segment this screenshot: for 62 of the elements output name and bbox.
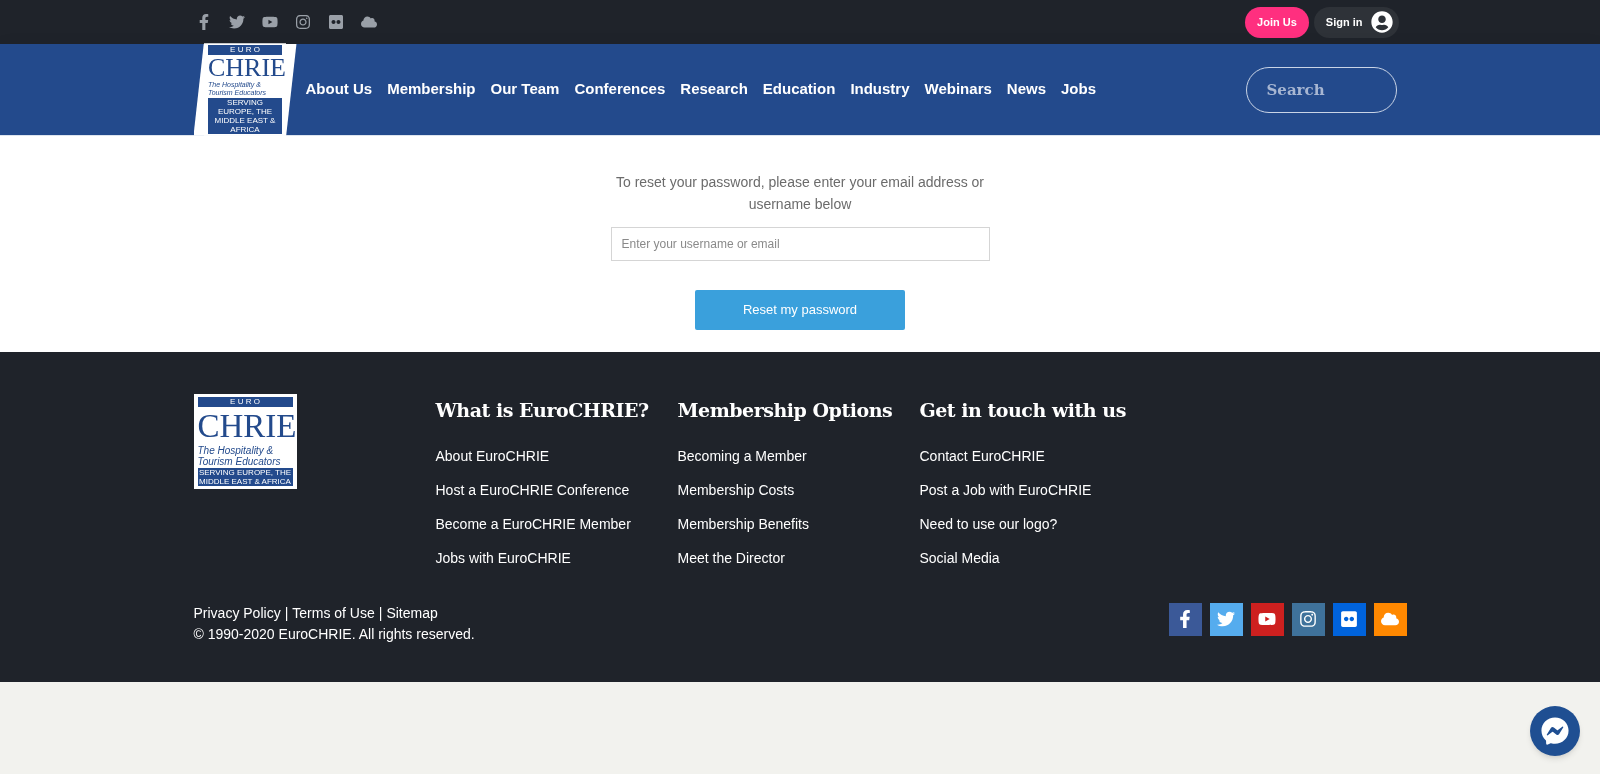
separator: | xyxy=(378,603,383,623)
join-button[interactable]: Join Us xyxy=(1245,6,1309,38)
logo-text: SERVING EUROPE, THE MIDDLE EAST & AFRICA xyxy=(197,468,293,486)
logo[interactable]: E U R O CHRIE The Hospitality & Tourism Educators SERVING EUROPE, THE MIDDLE EAST & AFRICA xyxy=(193,394,297,489)
dots-icon xyxy=(1340,610,1358,628)
social-button[interactable] xyxy=(1332,602,1366,636)
logo-text: E U R O xyxy=(197,397,293,407)
footer-link[interactable]: Becoming a Member xyxy=(677,438,920,473)
messenger-button[interactable] xyxy=(1530,706,1580,756)
social-button[interactable] xyxy=(1168,602,1202,636)
chat-icon xyxy=(1541,717,1569,745)
search-field[interactable]: Search xyxy=(1245,66,1397,113)
nav-link[interactable]: Industry xyxy=(850,78,910,101)
nav-link[interactable]: Our Team xyxy=(490,78,560,101)
footer-link[interactable]: Social Media xyxy=(919,540,1162,575)
nav-link[interactable]: Jobs xyxy=(1061,78,1096,101)
play-icon[interactable] xyxy=(261,14,278,30)
copyright-text: © 1990-2020 EuroCHRIE. All rights reserved. xyxy=(193,624,475,644)
play-icon xyxy=(1258,610,1276,628)
instruction-text: To reset your password, please enter your email address or username below xyxy=(614,173,986,214)
column-heading: Get in touch with us xyxy=(919,398,1127,423)
nav-link[interactable]: Webinars xyxy=(924,78,992,101)
bird-icon[interactable] xyxy=(228,14,245,30)
legal-link[interactable]: Terms of Use xyxy=(292,602,375,624)
legal-link[interactable]: Sitemap xyxy=(386,602,438,624)
dots-icon[interactable] xyxy=(327,14,344,30)
bird-icon xyxy=(1217,610,1235,628)
logo-text: CHRIE xyxy=(197,407,293,445)
nav-link[interactable]: Conferences xyxy=(574,78,666,101)
footer-link[interactable]: Need to use our logo? xyxy=(919,506,1162,541)
cloud-icon xyxy=(1381,610,1399,628)
social-button[interactable] xyxy=(1209,602,1243,636)
nav-link[interactable]: Education xyxy=(762,78,836,101)
footer-link[interactable]: Meet the Director xyxy=(677,540,920,575)
logo-text: E U R O xyxy=(208,45,282,55)
footer-link[interactable]: Jobs with EuroCHRIE xyxy=(435,540,678,575)
nav-link[interactable]: Research xyxy=(680,78,748,101)
footer-link[interactable]: Host a EuroCHRIE Conference xyxy=(435,472,678,507)
sign-in-button[interactable]: Sign in xyxy=(1313,6,1399,38)
separator: | xyxy=(284,603,289,623)
footer-link[interactable]: Contact EuroCHRIE xyxy=(919,438,1162,473)
camera-icon[interactable] xyxy=(294,14,311,30)
footer-link[interactable]: Membership Costs xyxy=(677,472,920,507)
legal-link[interactable]: Privacy Policy xyxy=(193,602,281,624)
footer-link[interactable]: Become a EuroCHRIE Member xyxy=(435,506,678,541)
nav-link[interactable]: Membership xyxy=(387,78,476,101)
cloud-icon[interactable] xyxy=(360,14,377,30)
camera-icon xyxy=(1299,610,1317,628)
logo-text: SERVING EUROPE, THE MIDDLE EAST & AFRICA xyxy=(208,98,282,134)
footer-link[interactable]: Post a Job with EuroCHRIE xyxy=(919,472,1162,507)
username-field[interactable]: Enter your username or email xyxy=(610,227,990,261)
user-icon xyxy=(1370,11,1393,33)
social-button[interactable] xyxy=(1250,602,1284,636)
social-button[interactable] xyxy=(1373,602,1407,636)
nav-link[interactable]: About Us xyxy=(305,78,373,101)
logo-tagline: The Hospitality & Tourism Educators xyxy=(197,445,282,467)
footer-link[interactable]: Membership Benefits xyxy=(677,506,920,541)
social-button[interactable] xyxy=(1291,602,1325,636)
column-heading: What is EuroCHRIE? xyxy=(435,398,650,423)
nav-link[interactable]: News xyxy=(1006,78,1046,101)
footer-link[interactable]: About EuroCHRIE xyxy=(435,438,678,473)
column-heading: Membership Options xyxy=(677,398,894,423)
